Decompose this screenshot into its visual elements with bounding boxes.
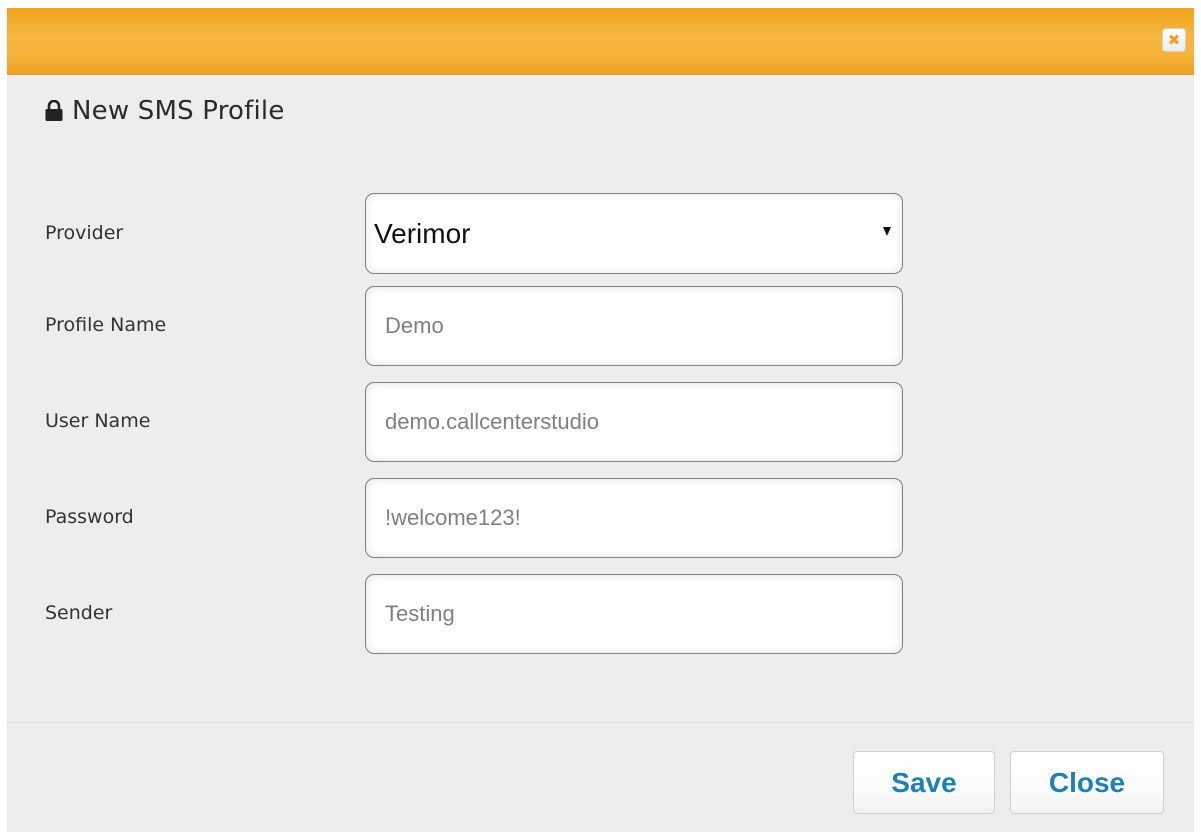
profile-name-input[interactable] (365, 286, 903, 366)
save-button[interactable]: Save (853, 751, 995, 814)
dialog-heading: New SMS Profile (44, 96, 285, 126)
password-input[interactable] (365, 478, 903, 558)
provider-select[interactable]: Verimor (365, 193, 903, 274)
password-label: Password (45, 506, 134, 528)
user-name-input[interactable] (365, 382, 903, 462)
sms-profile-dialog: ✖ New SMS Profile Provider Verimor Profi… (7, 8, 1194, 832)
close-button[interactable]: Close (1010, 751, 1164, 814)
password-row: Password (7, 478, 1194, 560)
profile-name-label: Profile Name (45, 314, 167, 336)
close-icon[interactable]: ✖ (1162, 28, 1186, 52)
sender-input[interactable] (365, 574, 903, 654)
footer-divider (7, 722, 1194, 723)
page-title: New SMS Profile (72, 96, 285, 126)
provider-selected-value: Verimor (374, 217, 471, 249)
user-name-label: User Name (45, 410, 151, 432)
provider-label: Provider (45, 222, 124, 244)
lock-icon (45, 100, 63, 121)
dialog-titlebar: ✖ (7, 8, 1194, 75)
sender-row: Sender (7, 574, 1194, 656)
user-name-row: User Name (7, 382, 1194, 464)
profile-name-row: Profile Name (7, 286, 1194, 368)
sender-label: Sender (45, 602, 113, 624)
provider-row: Provider Verimor (7, 193, 1194, 275)
caret-down-icon (883, 227, 891, 236)
